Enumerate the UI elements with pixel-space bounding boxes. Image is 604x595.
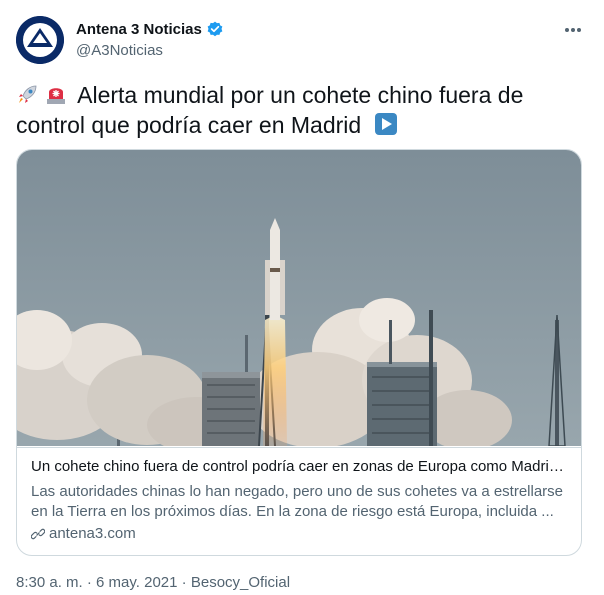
account-name[interactable]: Antena 3 Noticias <box>76 21 202 38</box>
card-image-rocket-launch[interactable] <box>17 150 581 453</box>
card-body[interactable]: Un cohete chino fuera de control podría … <box>17 447 581 555</box>
card-domain-row[interactable]: antena3.com <box>31 525 136 542</box>
tweet-time[interactable]: 8:30 a. m. <box>16 574 83 591</box>
tweet-source[interactable]: Besocy_Oficial <box>191 574 290 591</box>
tweet-meta: 8:30 a. m. · 6 may. 2021 · Besocy_Oficia… <box>16 574 290 591</box>
police-light-emoji-icon <box>47 88 65 104</box>
rocket-launch-photo <box>17 150 581 453</box>
meta-separator: · <box>86 574 92 591</box>
tweet-text-block: Alerta mundial por un cohete chino fuera… <box>16 80 576 140</box>
rocket-emoji-icon <box>19 85 37 103</box>
link-card[interactable]: Un cohete chino fuera de control podría … <box>16 149 582 556</box>
card-domain[interactable]: antena3.com <box>49 525 136 542</box>
tweet-text: Alerta mundial por un cohete chino fuera… <box>16 82 524 138</box>
meta-separator: · <box>181 574 187 591</box>
account-handle[interactable]: @A3Noticias <box>76 42 163 59</box>
account-name-row[interactable]: Antena 3 Noticias <box>76 20 224 38</box>
tweet: Antena 3 Noticias @A3Noticias Alerta mun… <box>0 0 604 595</box>
avatar[interactable] <box>16 16 64 64</box>
card-description: Las autoridades chinas lo han negado, pe… <box>31 483 564 520</box>
card-title[interactable]: Un cohete chino fuera de control podría … <box>31 458 571 475</box>
more-options-icon[interactable] <box>564 22 582 33</box>
antena3-logo-icon <box>16 16 64 64</box>
play-button-emoji-icon <box>374 113 397 135</box>
verified-badge-icon <box>207 21 223 37</box>
link-icon <box>31 528 45 539</box>
tweet-date[interactable]: 6 may. 2021 <box>96 574 177 591</box>
